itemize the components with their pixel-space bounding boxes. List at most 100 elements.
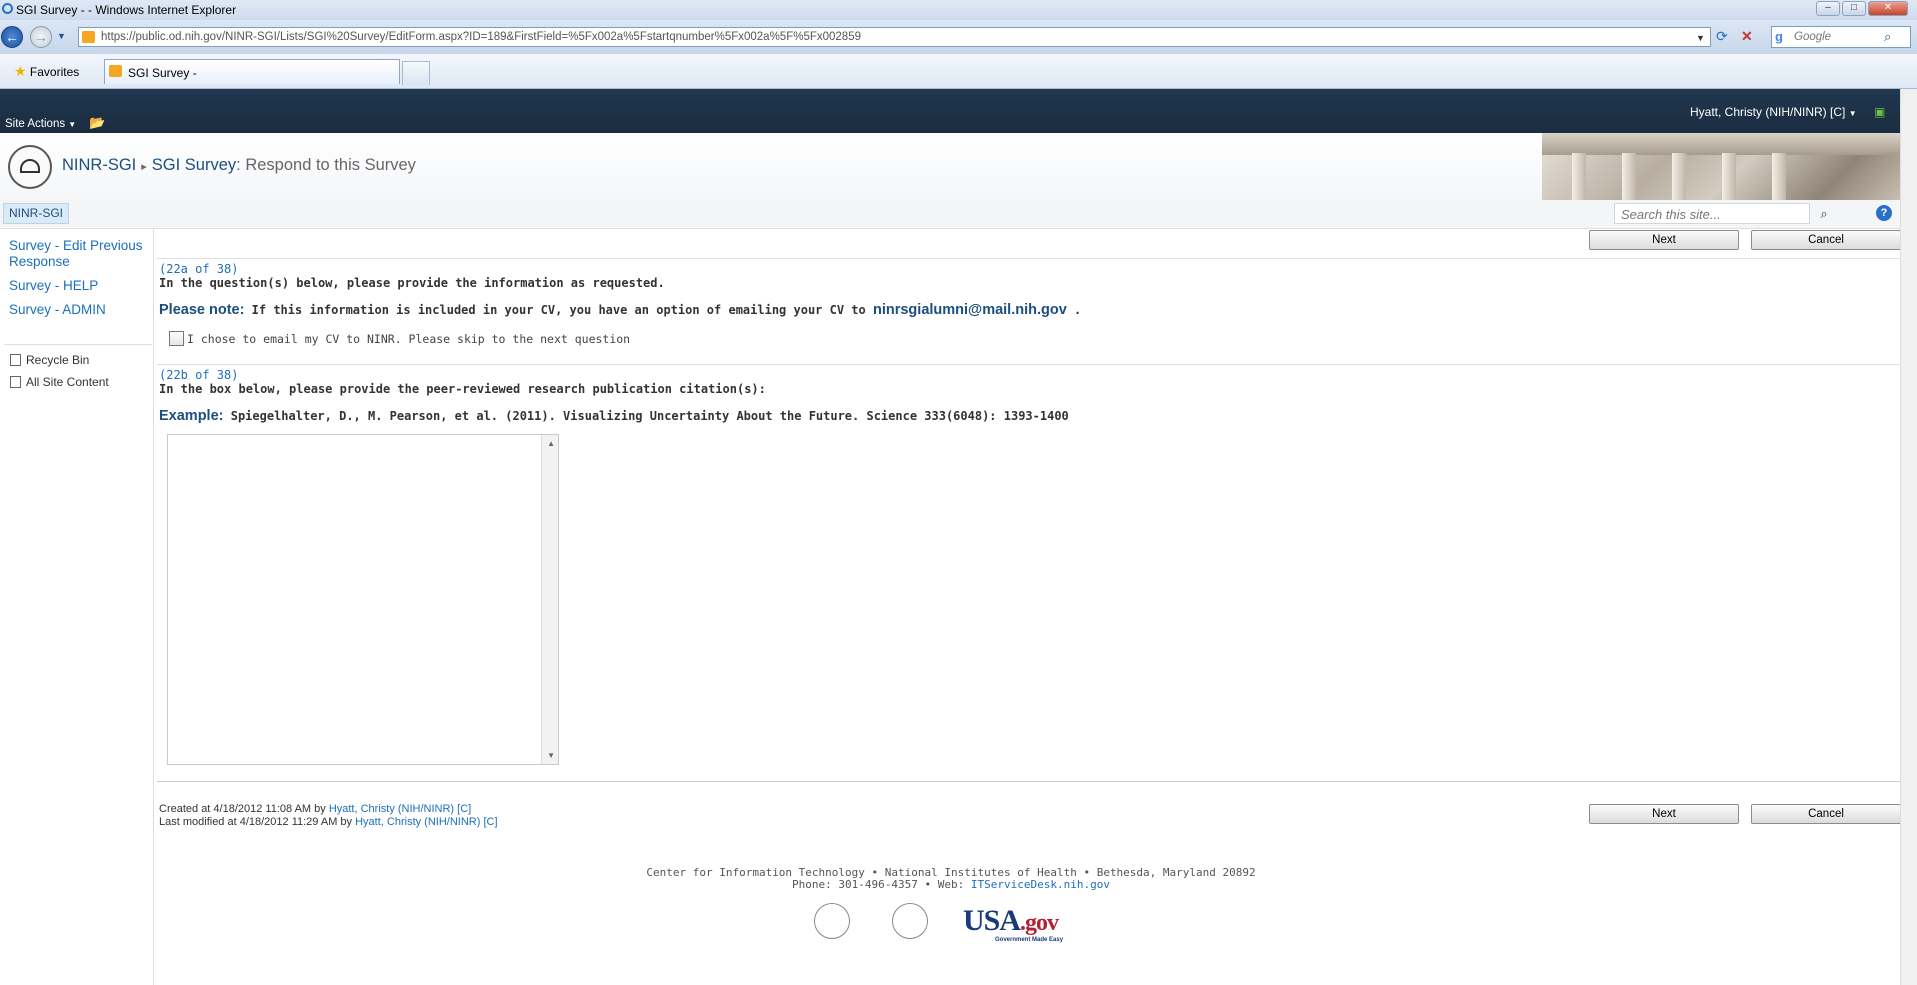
nav-survey-edit-previous[interactable]: Survey - Edit Previous Response xyxy=(9,238,144,270)
search-provider-input[interactable]: g Google ⌕ xyxy=(1771,26,1911,48)
navigate-up-icon[interactable]: 📂 xyxy=(89,115,105,130)
recycle-bin-label: Recycle Bin xyxy=(26,353,90,367)
it-service-desk-link[interactable]: ITServiceDesk.nih.gov xyxy=(971,878,1110,891)
divider xyxy=(157,258,1900,259)
forward-button[interactable]: → xyxy=(30,26,52,48)
page-favicon-icon xyxy=(82,31,95,43)
all-site-content-icon xyxy=(10,376,21,388)
nav-survey-admin[interactable]: Survey - ADMIN xyxy=(9,302,106,318)
scroll-up-icon[interactable]: ▲ xyxy=(547,439,555,448)
note-end: . xyxy=(1074,303,1082,317)
cancel-button-top[interactable]: Cancel xyxy=(1751,230,1901,250)
minimize-button[interactable]: – xyxy=(1816,1,1840,16)
user-name: Hyatt, Christy (NIH/NINR) [C] xyxy=(1690,105,1846,119)
nih-building-banner-image xyxy=(1542,133,1900,200)
nav-survey-help[interactable]: Survey - HELP xyxy=(9,278,98,294)
usa-gov-suffix: .gov xyxy=(1020,910,1059,936)
nav-divider xyxy=(4,344,152,345)
usa-gov-logo[interactable]: USA.gov Government Made Easy xyxy=(963,904,1063,943)
created-info: Created at 4/18/2012 11:08 AM by Hyatt, … xyxy=(159,803,471,815)
stop-icon[interactable]: ✕ xyxy=(1741,28,1753,45)
breadcrumb-separator-icon: ▸ xyxy=(141,161,147,173)
site-actions-menu[interactable]: Site Actions ▼ 📂 xyxy=(5,115,106,131)
citation-example: Example: Spiegelhalter, D., M. Pearson, … xyxy=(159,408,1069,424)
breadcrumb-site-link[interactable]: NINR-SGI xyxy=(62,156,136,174)
tab-ninr-sgi[interactable]: NINR-SGI xyxy=(3,203,69,224)
recent-pages-dropdown-icon[interactable]: ▼ xyxy=(57,31,66,41)
user-menu[interactable]: Hyatt, Christy (NIH/NINR) [C] ▼ ▣ xyxy=(1690,105,1885,119)
seal-emblem-icon xyxy=(20,159,40,173)
sharepoint-ribbon xyxy=(0,89,1900,133)
banner-column xyxy=(1572,153,1586,200)
address-dropdown-icon[interactable]: ▼ xyxy=(1696,33,1705,43)
my-site-icon[interactable]: ▣ xyxy=(1874,105,1885,119)
help-icon[interactable]: ? xyxy=(1876,205,1892,221)
question-number: (22b of 38) xyxy=(159,368,239,382)
question-number: (22a of 38) xyxy=(159,262,239,276)
chevron-down-icon: ▼ xyxy=(1848,109,1857,118)
address-url: https://public.od.nih.gov/NINR-SGI/Lists… xyxy=(101,31,861,43)
search-icon[interactable]: ⌕ xyxy=(1884,29,1891,45)
email-link[interactable]: ninrsgialumni@mail.nih.gov xyxy=(873,302,1067,318)
search-icon[interactable]: ⌕ xyxy=(1813,203,1835,224)
scroll-down-icon[interactable]: ▼ xyxy=(547,751,555,760)
nih-seal-footer-icon xyxy=(814,903,850,939)
next-button-top[interactable]: Next xyxy=(1589,230,1739,250)
site-search-placeholder: Search this site... xyxy=(1621,207,1721,222)
textarea-scrollbar[interactable]: ▲ ▼ xyxy=(541,435,558,764)
modified-info: Last modified at 4/18/2012 11:29 AM by H… xyxy=(159,816,498,828)
divider xyxy=(157,364,1900,365)
tab-favicon-icon xyxy=(109,65,122,77)
usa-gov-text: USA xyxy=(963,904,1021,937)
address-input[interactable]: https://public.od.nih.gov/NINR-SGI/Lists… xyxy=(78,27,1711,47)
refresh-icon[interactable]: ⟳ xyxy=(1716,28,1728,45)
banner-column xyxy=(1622,153,1636,200)
modified-by-link[interactable]: Hyatt, Christy (NIH/NINR) [C] xyxy=(355,816,497,828)
window-title-bar: SGI Survey - - Windows Internet Explorer… xyxy=(0,0,1917,20)
site-actions-label: Site Actions xyxy=(5,118,66,130)
new-tab-button[interactable] xyxy=(402,61,430,85)
hhs-seal-icon xyxy=(892,903,928,939)
note-text: If this information is included in your … xyxy=(251,303,866,317)
usa-gov-tagline: Government Made Easy xyxy=(995,937,1064,943)
email-cv-checkbox[interactable] xyxy=(169,331,184,346)
created-by-link[interactable]: Hyatt, Christy (NIH/NINR) [C] xyxy=(329,803,471,815)
all-site-content-link[interactable]: All Site Content xyxy=(10,375,109,389)
internet-explorer-icon xyxy=(2,3,13,14)
search-provider-placeholder: Google xyxy=(1794,31,1832,43)
banner-column xyxy=(1672,153,1686,200)
breadcrumb: NINR-SGI ▸ SGI Survey: Respond to this Sur… xyxy=(62,156,416,175)
footer-line-2: Phone: 301-496-4357 • Web: ITServiceDesk… xyxy=(601,878,1301,891)
nih-seal-logo[interactable] xyxy=(8,145,52,189)
recycle-bin-icon xyxy=(10,354,21,366)
next-button-bottom[interactable]: Next xyxy=(1589,804,1739,824)
maximize-button[interactable]: □ xyxy=(1842,1,1866,16)
star-icon: ★ xyxy=(14,63,27,79)
banner-roof xyxy=(1542,133,1900,155)
page-scrollbar[interactable] xyxy=(1900,89,1917,985)
recycle-bin-link[interactable]: Recycle Bin xyxy=(10,353,89,367)
email-cv-checkbox-label[interactable]: I chose to email my CV to NINR. Please s… xyxy=(187,332,630,346)
tab-label: SGI Survey - xyxy=(128,66,197,80)
cv-note: Please note: If this information is incl… xyxy=(159,302,1081,318)
close-window-button[interactable]: ✕ xyxy=(1868,1,1908,16)
example-text: Spiegelhalter, D., M. Pearson, et al. (2… xyxy=(230,409,1069,423)
divider xyxy=(157,781,1900,782)
chevron-down-icon: ▼ xyxy=(68,120,77,129)
favorites-button[interactable]: ★ Favorites xyxy=(14,63,79,80)
browser-tab[interactable]: SGI Survey - xyxy=(104,59,400,84)
footer-contact: Phone: 301-496-4357 • Web: xyxy=(792,878,965,891)
citation-textarea[interactable]: ▲ ▼ xyxy=(167,434,559,765)
breadcrumb-list-link[interactable]: SGI Survey xyxy=(152,156,236,174)
question-instruction: In the box below, please provide the pee… xyxy=(159,382,766,396)
back-button[interactable]: ← xyxy=(1,26,23,48)
banner-column xyxy=(1772,153,1786,200)
note-lead: Please note: xyxy=(159,302,245,318)
modified-prefix: Last modified at 4/18/2012 11:29 AM by xyxy=(159,816,353,828)
site-search-input[interactable]: Search this site... xyxy=(1614,203,1810,224)
google-icon: g xyxy=(1775,29,1783,44)
created-prefix: Created at 4/18/2012 11:08 AM by xyxy=(159,803,326,815)
quick-launch xyxy=(0,228,154,985)
cancel-button-bottom[interactable]: Cancel xyxy=(1751,804,1901,824)
banner-column xyxy=(1722,153,1736,200)
